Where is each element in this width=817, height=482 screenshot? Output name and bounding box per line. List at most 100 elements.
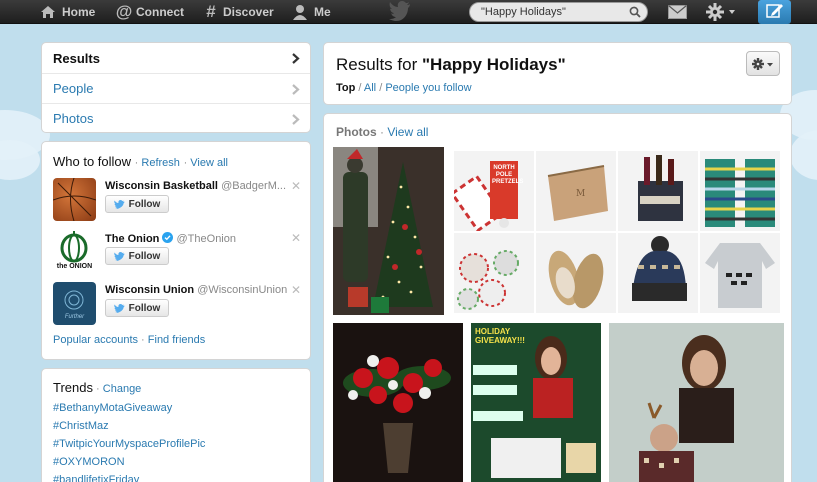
settings-gear-icon[interactable] [706, 3, 736, 24]
dismiss-icon[interactable]: ✕ [291, 231, 301, 245]
filter-top[interactable]: Top [336, 82, 355, 94]
dismiss-icon[interactable]: ✕ [291, 283, 301, 297]
nav-discover-label: Discover [223, 5, 274, 19]
trend-item[interactable]: #BethanyMotaGiveaway [53, 402, 172, 414]
who-to-follow-panel: Who to follow · Refresh · View all Wisco… [41, 141, 311, 360]
verified-badge-icon [162, 232, 174, 245]
product-label: NORTH POLE PRETZELS [492, 165, 524, 185]
avatar-wisconsin-union[interactable]: Further [53, 282, 96, 325]
follow-button[interactable]: Follow [105, 195, 169, 213]
photos-label: Photos [336, 125, 377, 139]
messages-envelope-icon[interactable] [668, 5, 687, 22]
view-all-link[interactable]: View all [190, 157, 228, 169]
results-title-prefix: Results for [336, 55, 422, 74]
dismiss-icon[interactable]: ✕ [291, 179, 301, 193]
sidebar-item-people[interactable]: People [42, 73, 310, 103]
person-icon [292, 4, 308, 20]
user-handle: @WisconsinUnion [197, 284, 288, 296]
who-to-follow-footer: Popular accounts · Find friends [53, 334, 206, 346]
twitter-bird-icon[interactable] [389, 1, 411, 24]
photo-christmas-tree[interactable] [333, 147, 444, 315]
follow-label: Follow [128, 302, 161, 314]
svg-text:M: M [576, 189, 585, 199]
filter-people-you-follow[interactable]: People you follow [385, 82, 471, 94]
photos-panel: Photos · View all NORTH POLE PRETZELS M [323, 113, 792, 482]
nav-me[interactable]: Me [292, 0, 331, 24]
popular-accounts-link[interactable]: Popular accounts [53, 334, 138, 346]
user-name: Wisconsin Basketball [105, 180, 218, 192]
avatar-basketball[interactable] [53, 178, 96, 221]
chevron-right-icon [292, 52, 300, 67]
photo-ornaments[interactable] [454, 233, 534, 313]
photos-header: Photos · View all [336, 125, 429, 139]
search-icon[interactable] [629, 6, 641, 21]
twitter-bird-icon [113, 251, 125, 261]
trend-item[interactable]: #bandlifetixFriday [53, 474, 139, 482]
results-nav-panel: Results People Photos [41, 42, 311, 133]
photo-gold-slippers[interactable] [536, 233, 616, 313]
trend-item[interactable]: #ChristMaz [53, 420, 109, 432]
sidebar-item-results[interactable]: Results [42, 43, 310, 73]
user-name: The Onion [105, 233, 160, 245]
photo-holiday-giveaway[interactable]: HOLIDAY GIVEAWAY!!! [471, 323, 601, 482]
user-name-line[interactable]: The Onion @TheOnion [105, 232, 236, 245]
results-header-panel: Results for "Happy Holidays" Top / All /… [323, 42, 792, 105]
onion-logo-text: the ONION [56, 263, 93, 270]
results-query: "Happy Holidays" [421, 55, 566, 74]
nav-connect[interactable]: @ Connect [116, 0, 184, 24]
follow-button[interactable]: Follow [105, 299, 169, 317]
search-settings-button[interactable] [746, 51, 780, 76]
gear-icon [752, 57, 773, 70]
nav-discover[interactable]: # Discover [203, 0, 274, 24]
follow-label: Follow [128, 198, 161, 210]
user-name: Wisconsin Union [105, 284, 195, 296]
photo-monogram-pouch[interactable]: M [536, 151, 616, 231]
user-name-line[interactable]: Wisconsin Basketball @BadgerM... [105, 180, 286, 192]
nav-home[interactable]: Home [40, 0, 95, 24]
trends-header: Trends · Change [53, 380, 142, 395]
find-friends-link[interactable]: Find friends [148, 334, 205, 346]
avatar-the-onion[interactable]: the ONION [53, 230, 96, 273]
photo-wine-tote[interactable] [618, 151, 698, 231]
filter-all[interactable]: All [364, 82, 376, 94]
sidebar-item-label: Results [53, 50, 100, 66]
suggested-user: the ONION The Onion @TheOnion ✕ Follow [53, 230, 323, 276]
trends-title: Trends [53, 380, 93, 395]
follow-button[interactable]: Follow [105, 247, 169, 265]
user-handle: @TheOnion [176, 233, 236, 245]
sidebar-item-label: People [53, 81, 94, 96]
nav-connect-label: Connect [136, 5, 184, 19]
search-input[interactable]: "Happy Holidays" [469, 2, 648, 22]
hashtag-icon: # [206, 2, 216, 21]
compose-icon [765, 3, 784, 22]
trends-panel: Trends · Change #BethanyMotaGiveaway #Ch… [41, 368, 311, 482]
suggested-user: Further Wisconsin Union @WisconsinUnion … [53, 282, 323, 328]
refresh-link[interactable]: Refresh [141, 157, 180, 169]
chevron-right-icon [292, 113, 300, 128]
user-handle: @BadgerM... [221, 180, 287, 192]
compose-tweet-button[interactable] [758, 0, 791, 24]
trend-item[interactable]: #OXYMORON [53, 456, 125, 468]
nav-home-label: Home [62, 5, 96, 19]
photo-striped-scarf[interactable] [700, 151, 780, 231]
trend-item[interactable]: #TwitpicYourMyspaceProfilePic [53, 438, 205, 450]
suggested-user: Wisconsin Basketball @BadgerM... ✕ Follo… [53, 178, 323, 224]
user-name-line[interactable]: Wisconsin Union @WisconsinUnion [105, 284, 287, 296]
photo-sheep-sweater[interactable] [700, 233, 780, 313]
search-value: "Happy Holidays" [481, 6, 566, 18]
photo-couple-portrait[interactable] [609, 323, 784, 482]
photo-north-pole-pretzels[interactable]: NORTH POLE PRETZELS [454, 151, 534, 231]
chevron-right-icon [292, 83, 300, 98]
sidebar-item-label: Photos [53, 111, 94, 126]
cloud-decoration [790, 130, 817, 180]
who-to-follow-header: Who to follow · Refresh · View all [53, 154, 229, 169]
at-sign-icon: @ [115, 2, 133, 21]
photo-red-flowers[interactable] [333, 323, 463, 482]
twitter-bird-icon [113, 303, 125, 313]
page-title: Results for "Happy Holidays" [336, 55, 566, 75]
photo-knit-hat[interactable] [618, 233, 698, 313]
giveaway-label: HOLIDAY GIVEAWAY!!! [475, 327, 525, 345]
sidebar-item-photos[interactable]: Photos [42, 103, 310, 133]
photos-view-all-link[interactable]: View all [387, 125, 428, 139]
trends-change-link[interactable]: Change [103, 383, 142, 395]
